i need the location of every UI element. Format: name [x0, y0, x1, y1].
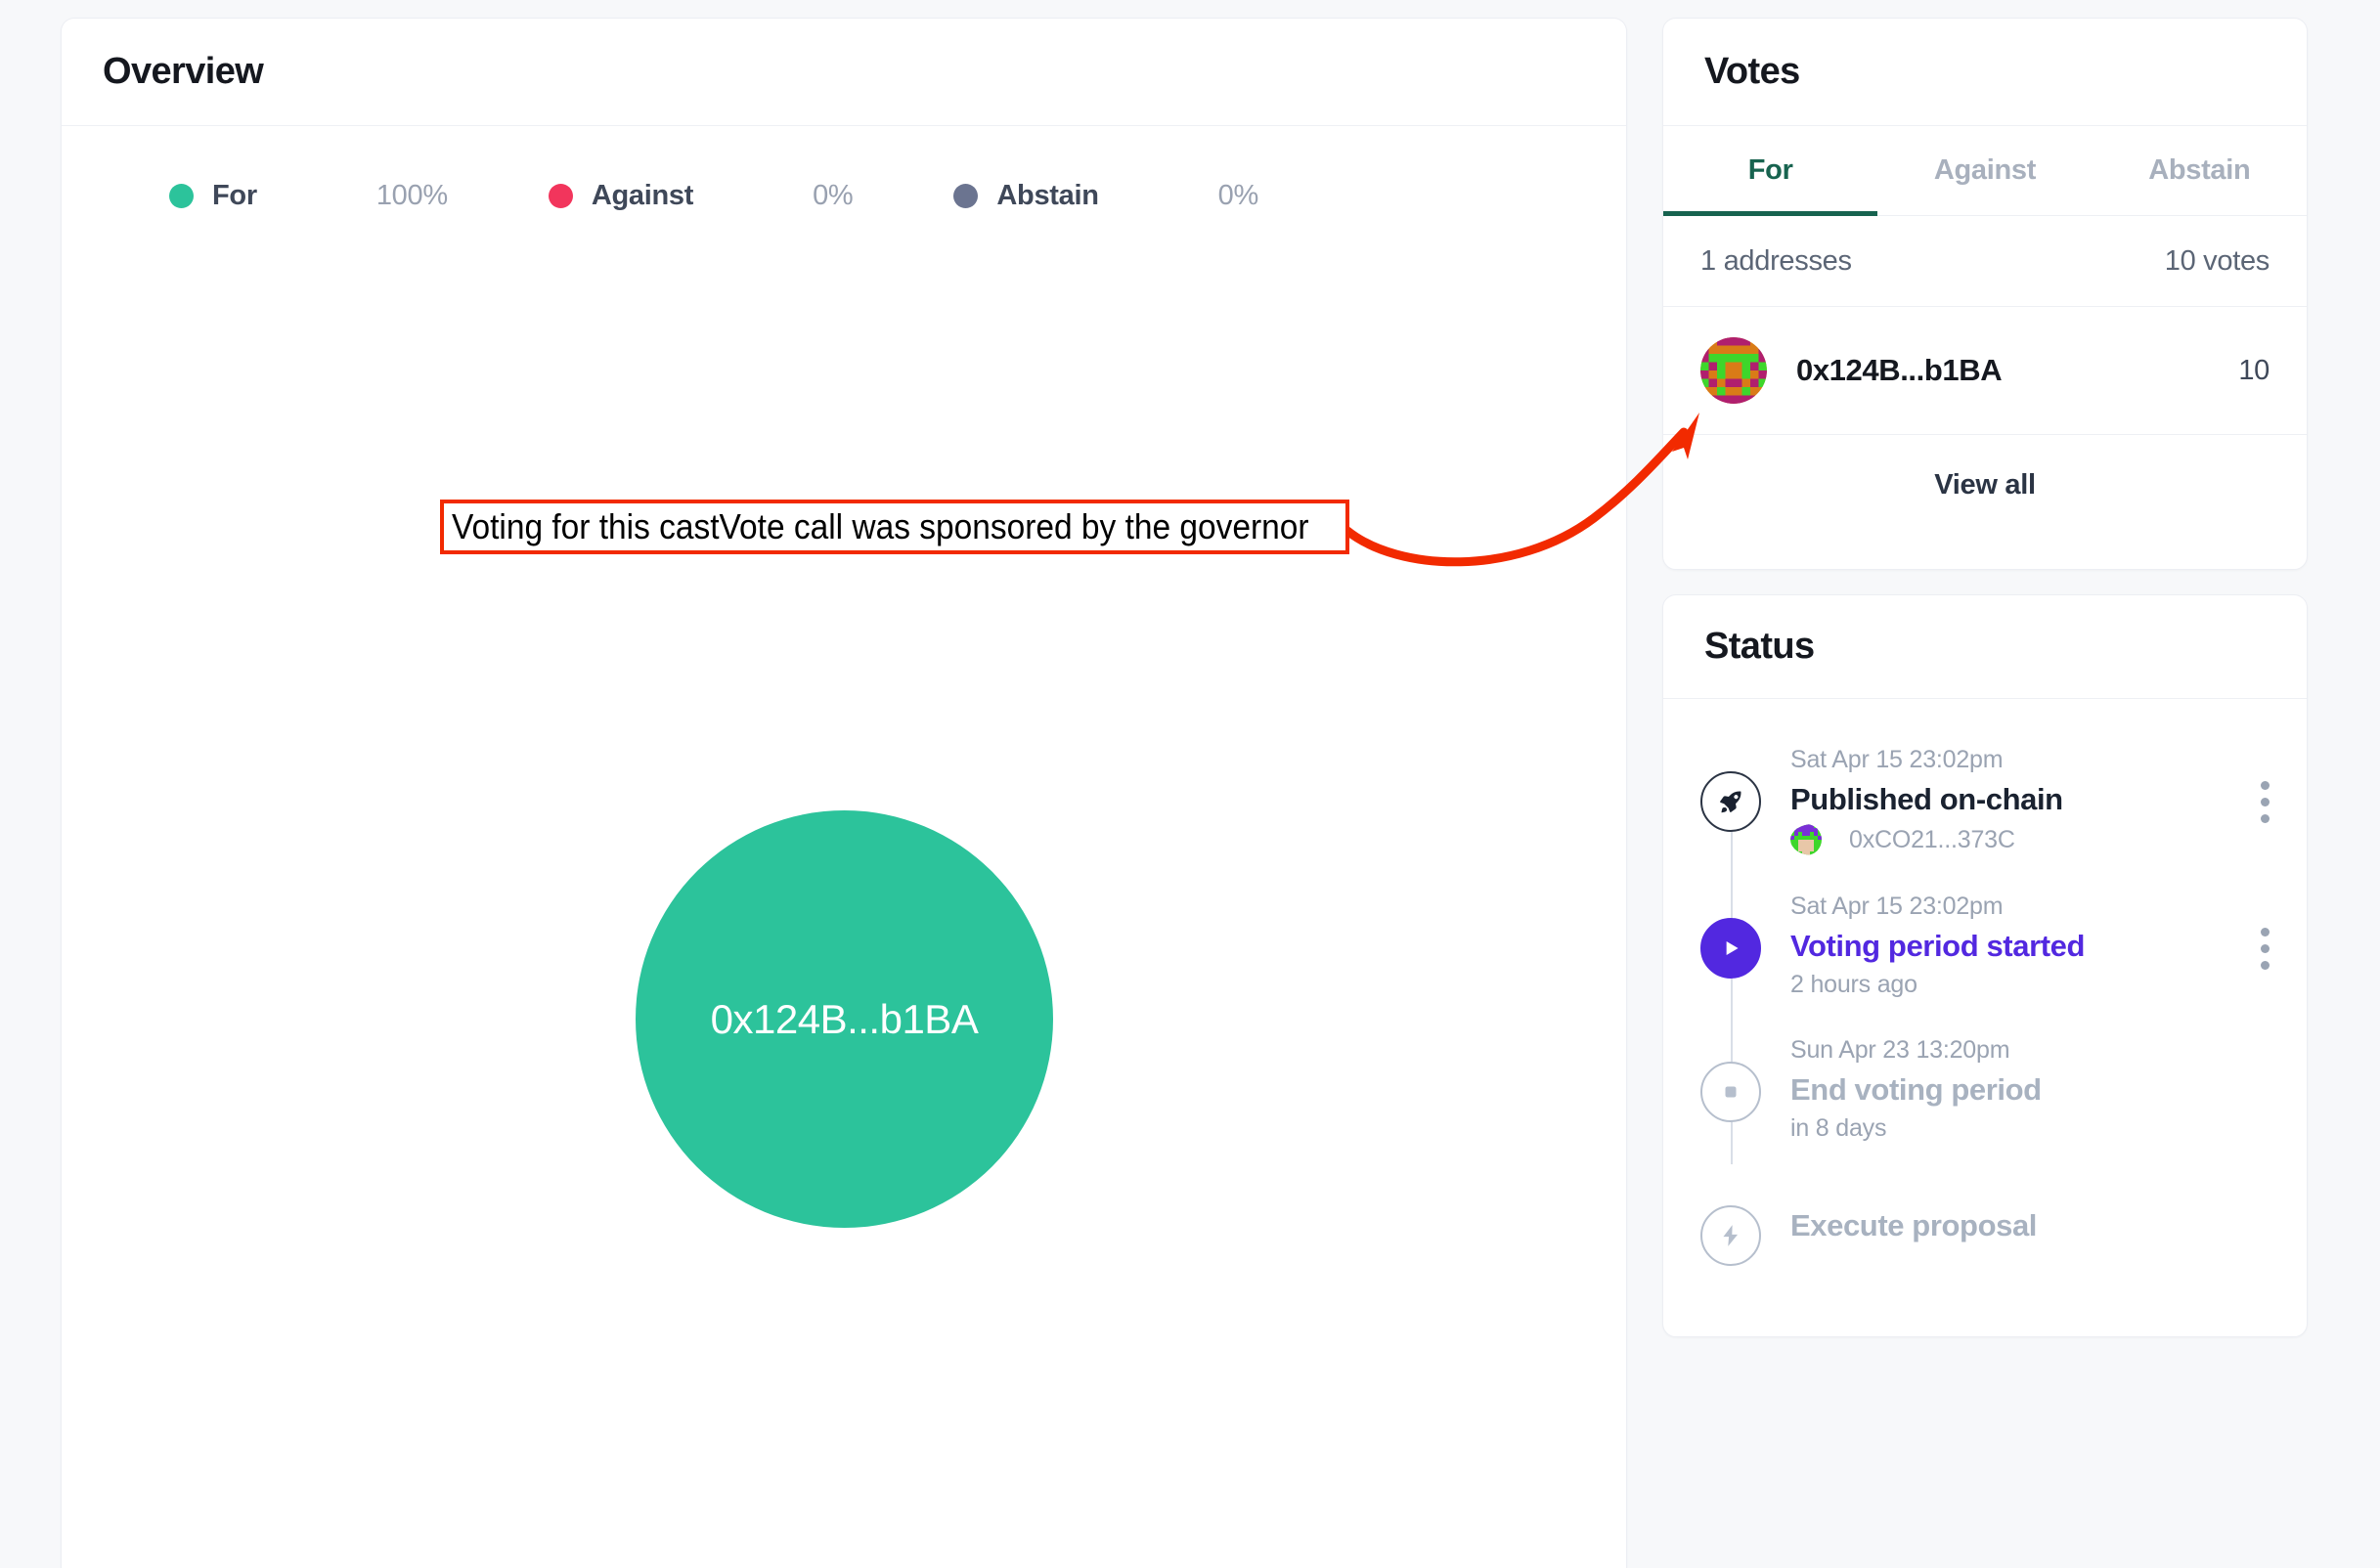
status-title: Status	[1704, 626, 1815, 667]
voter-weight: 10	[2238, 354, 2270, 386]
vote-bubble-for[interactable]: 0x124B...b1BA	[636, 810, 1053, 1228]
voter-list-item[interactable]: 0x124B...b1BA 10	[1663, 307, 2307, 435]
legend-percent-for: 100%	[375, 180, 448, 211]
legend-item-abstain: Abstain	[953, 180, 1099, 212]
proposal-page: Overview For 100% Against 0% Abstain 0% …	[0, 0, 2380, 1568]
vote-legend: For 100% Against 0% Abstain 0%	[62, 126, 1626, 212]
tab-for[interactable]: For	[1663, 126, 1878, 216]
status-card-header: Status	[1663, 595, 2307, 699]
timeline-title: Voting period started	[1790, 929, 2086, 964]
timeline-title: Execute proposal	[1790, 1208, 2038, 1243]
stop-icon	[1700, 1062, 1761, 1123]
legend-label-for: For	[212, 180, 257, 211]
vote-bubble-chart: 0x124B...b1BA	[62, 224, 1628, 1568]
overview-card: Overview For 100% Against 0% Abstain 0% …	[61, 18, 1627, 1568]
votes-address-count: 1 addresses	[1700, 244, 1852, 277]
dot-icon-for	[169, 184, 194, 208]
view-all-button[interactable]: View all	[1663, 435, 2307, 536]
tab-abstain[interactable]: Abstain	[2093, 126, 2307, 215]
legend-label-against: Against	[591, 180, 694, 211]
status-card: Status Sat Apr 15 23:02pm Published on-c…	[1662, 594, 2308, 1337]
timeline-subtext-row: 0xCO21...373C	[1790, 824, 2307, 856]
vote-bubble-label: 0x124B...b1BA	[710, 995, 979, 1042]
tab-against[interactable]: Against	[1877, 126, 2092, 215]
page-title: Overview	[103, 51, 264, 92]
timeline-subtext-row: 2 hours ago	[1790, 971, 2307, 999]
votes-card: Votes For Against Abstain 1 addresses 10…	[1662, 18, 2308, 570]
timeline-subtext: in 8 days	[1790, 1114, 1887, 1143]
timeline-time: Sat Apr 15 23:02pm	[1790, 893, 2004, 921]
votes-total-count: 10 votes	[2164, 244, 2270, 277]
timeline-menu-icon[interactable]	[2260, 928, 2270, 971]
legend-label-abstain: Abstain	[996, 180, 1099, 211]
votes-title: Votes	[1704, 51, 1800, 92]
timeline-item-published: Sat Apr 15 23:02pm Published on-chain 0x…	[1663, 742, 2307, 856]
dot-icon-against	[548, 184, 573, 208]
timeline-item-execute: Execute proposal	[1663, 1176, 2307, 1267]
timeline-subtext-row: in 8 days	[1790, 1114, 2307, 1143]
votes-card-header: Votes	[1663, 19, 2307, 126]
bolt-icon	[1700, 1205, 1761, 1267]
dot-icon-abstain	[953, 184, 979, 208]
timeline-subtext: 2 hours ago	[1790, 971, 1917, 999]
identicon-avatar	[1700, 337, 1767, 404]
rocket-icon	[1700, 771, 1761, 832]
timeline-title: End voting period	[1790, 1072, 2042, 1108]
legend-percent-abstain: 0%	[1217, 180, 1259, 211]
annotation-callout-box: Voting for this castVote call was sponso…	[440, 500, 1349, 554]
timeline-body: Sat Apr 15 23:02pm Voting period started…	[1790, 889, 2307, 999]
legend-item-against: Against	[548, 180, 694, 212]
timeline-item-voting-started: Sat Apr 15 23:02pm Voting period started…	[1663, 889, 2307, 999]
legend-item-for: For	[169, 180, 257, 212]
timeline-time: Sat Apr 15 23:02pm	[1790, 746, 2004, 773]
identicon-avatar-small	[1790, 824, 1835, 856]
timeline-item-end-voting: Sun Apr 23 13:20pm End voting period in …	[1663, 1032, 2307, 1143]
legend-percent-against: 0%	[813, 180, 854, 211]
timeline-body: Sun Apr 23 13:20pm End voting period in …	[1790, 1032, 2307, 1143]
annotation-text: Voting for this castVote call was sponso…	[452, 506, 1309, 546]
votes-summary: 1 addresses 10 votes	[1663, 216, 2307, 307]
overview-card-header: Overview	[62, 19, 1626, 126]
timeline-body: Sat Apr 15 23:02pm Published on-chain 0x…	[1790, 742, 2307, 856]
voter-address: 0x124B...b1BA	[1796, 353, 2003, 387]
play-icon	[1700, 918, 1761, 980]
timeline-subtext: 0xCO21...373C	[1849, 825, 2015, 853]
timeline-time: Sun Apr 23 13:20pm	[1790, 1036, 2010, 1065]
status-timeline: Sat Apr 15 23:02pm Published on-chain 0x…	[1663, 699, 2307, 1267]
timeline-body: Execute proposal	[1790, 1176, 2307, 1246]
timeline-title: Published on-chain	[1790, 782, 2063, 817]
votes-tabs: For Against Abstain	[1663, 126, 2307, 216]
timeline-menu-icon[interactable]	[2260, 781, 2270, 823]
